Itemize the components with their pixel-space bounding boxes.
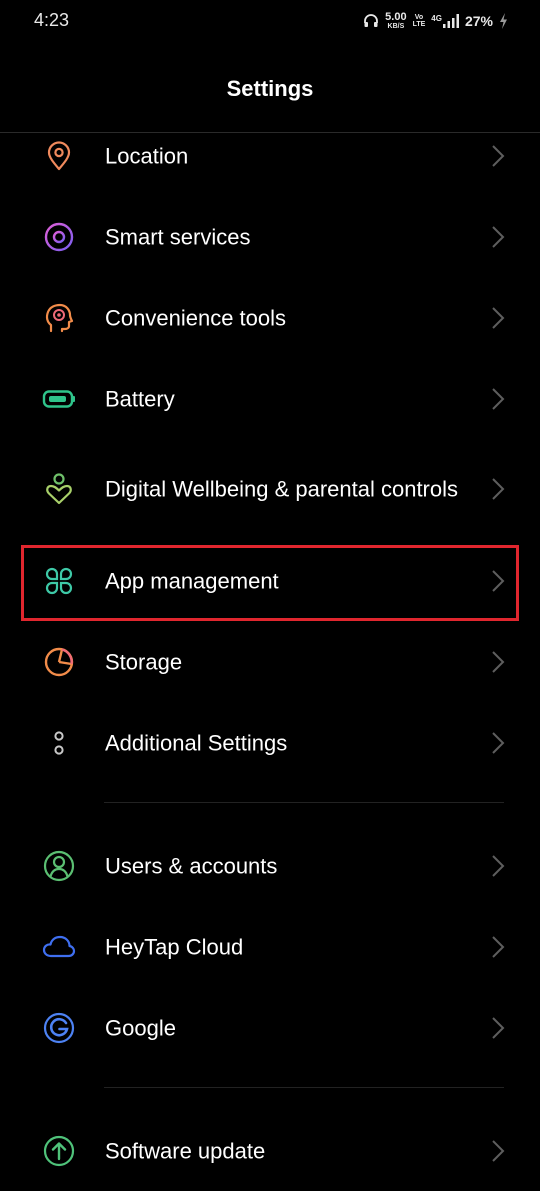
chevron-right-icon (491, 569, 505, 593)
settings-item-label: Location (105, 143, 189, 168)
cloud-icon (42, 930, 76, 964)
user-icon (42, 849, 76, 883)
settings-item-google[interactable]: Google (0, 987, 540, 1068)
settings-item-convenience-tools[interactable]: Convenience tools (0, 277, 540, 358)
settings-item-app-management[interactable]: App management (0, 540, 540, 621)
wellbeing-icon (42, 472, 76, 506)
network-speed-unit: KB/S (387, 23, 405, 30)
location-pin-icon (42, 139, 76, 173)
section-divider (104, 802, 504, 803)
settings-item-software-update[interactable]: Software update (0, 1110, 540, 1191)
volte-bottom: LTE (412, 21, 426, 28)
status-indicators: 5.00 KB/S Vo LTE 4G 27% (363, 8, 508, 34)
status-bar: 4:23 5.00 KB/S Vo LTE 4G 27% (0, 0, 540, 44)
settings-item-label: HeyTap Cloud (105, 934, 244, 959)
chevron-right-icon (491, 387, 505, 411)
settings-item-heytap-cloud[interactable]: HeyTap Cloud (0, 906, 540, 987)
chevron-right-icon (491, 306, 505, 330)
network-speed-value: 5.00 (385, 11, 407, 23)
battery-percent: 27% (464, 13, 493, 29)
chevron-right-icon (491, 854, 505, 878)
volte-top: Vo (414, 14, 424, 21)
page-title: Settings (226, 76, 314, 101)
chevron-right-icon (491, 935, 505, 959)
battery-icon (42, 382, 76, 416)
settings-item-label: Battery (105, 386, 175, 411)
charging-bolt-icon (499, 13, 508, 29)
network-speed: 5.00 KB/S (385, 11, 407, 31)
settings-item-label: Digital Wellbeing & parental controls (105, 476, 458, 502)
network-type: 4G (431, 14, 442, 23)
settings-item-label: Convenience tools (105, 305, 287, 330)
app-grid-icon (42, 564, 76, 598)
settings-item-storage[interactable]: Storage (0, 621, 540, 702)
settings-item-label: Storage (105, 649, 183, 674)
storage-pie-icon (42, 645, 76, 679)
smart-services-icon (42, 220, 76, 254)
chevron-right-icon (491, 144, 505, 168)
update-arrow-icon (42, 1134, 76, 1168)
section-divider (104, 1087, 504, 1088)
settings-item-label: Software update (105, 1138, 266, 1163)
chevron-right-icon (491, 477, 505, 501)
settings-item-battery[interactable]: Battery (0, 358, 540, 439)
status-time: 4:23 (34, 10, 70, 30)
settings-item-digital-wellbeing[interactable]: Digital Wellbeing & parental controls (0, 439, 540, 539)
chevron-right-icon (491, 225, 505, 249)
google-icon (42, 1011, 76, 1045)
settings-item-label: Smart services (105, 224, 251, 249)
settings-item-smart-services[interactable]: Smart services (0, 196, 540, 277)
settings-item-label: Users & accounts (105, 853, 278, 878)
more-dots-icon (42, 726, 76, 760)
settings-item-label: Google (105, 1015, 176, 1040)
volte-indicator: Vo LTE (413, 14, 426, 28)
signal-icon: 4G (431, 14, 459, 28)
settings-item-label: App management (105, 568, 279, 593)
settings-item-location[interactable]: Location (0, 115, 540, 196)
chevron-right-icon (491, 1016, 505, 1040)
convenience-tools-icon (42, 301, 76, 335)
settings-item-label: Additional Settings (105, 730, 288, 755)
chevron-right-icon (491, 731, 505, 755)
chevron-right-icon (491, 650, 505, 674)
headphones-icon (363, 13, 379, 29)
settings-item-users-accounts[interactable]: Users & accounts (0, 825, 540, 906)
chevron-right-icon (491, 1139, 505, 1163)
settings-item-additional-settings[interactable]: Additional Settings (0, 702, 540, 783)
